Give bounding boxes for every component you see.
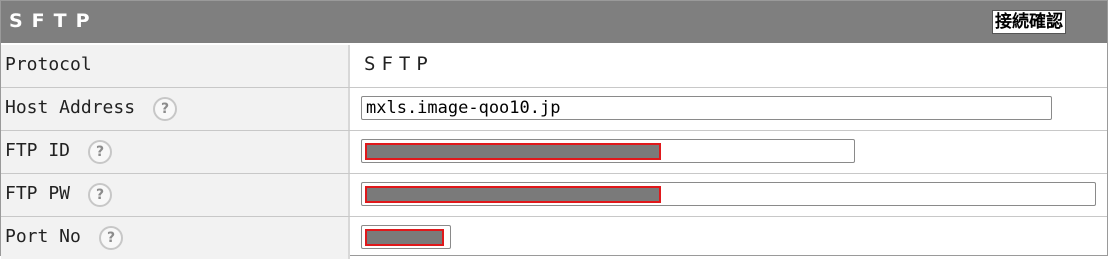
panel-title: SFTP [9,10,99,32]
sftp-settings-panel: SFTP 接続確認 Protocol SFTP Host Address ? m… [0,0,1108,259]
row-ftp-id: FTP ID ? [1,130,1107,173]
connection-check-button[interactable]: 接続確認 [992,10,1066,34]
host-address-label: Host Address [5,97,136,118]
value-cell [352,217,1107,259]
value-cell: mxls.image-qoo10.jp [352,88,1107,130]
label-cell: Protocol [1,45,350,87]
row-host-address: Host Address ? mxls.image-qoo10.jp [1,87,1107,130]
row-port-no: Port No ? [1,216,1107,259]
label-cell: FTP PW ? [1,174,350,216]
redacted-value [365,229,444,246]
ftp-password-input[interactable] [361,182,1096,206]
redacted-value [365,186,661,203]
label-cell: FTP ID ? [1,131,350,173]
ftp-id-input[interactable] [361,139,855,163]
port-number-input[interactable] [361,225,451,249]
help-icon[interactable]: ? [88,140,112,164]
port-no-label: Port No [5,226,81,247]
redacted-value [365,143,661,160]
label-cell: Port No ? [1,217,350,259]
protocol-label: Protocol [5,54,92,75]
protocol-value: SFTP [364,53,434,75]
label-cell: Host Address ? [1,88,350,130]
row-ftp-pw: FTP PW ? [1,173,1107,216]
panel-header: SFTP 接続確認 [1,1,1107,45]
help-icon[interactable]: ? [99,226,123,250]
ftp-pw-label: FTP PW [5,183,71,204]
help-icon[interactable]: ? [153,97,177,121]
value-cell [352,131,1107,173]
value-cell [352,174,1107,216]
row-protocol: Protocol SFTP [1,45,1107,87]
help-icon[interactable]: ? [88,183,112,207]
ftp-id-label: FTP ID [5,140,71,161]
value-cell: SFTP [352,45,1107,87]
host-address-input[interactable]: mxls.image-qoo10.jp [361,96,1052,120]
